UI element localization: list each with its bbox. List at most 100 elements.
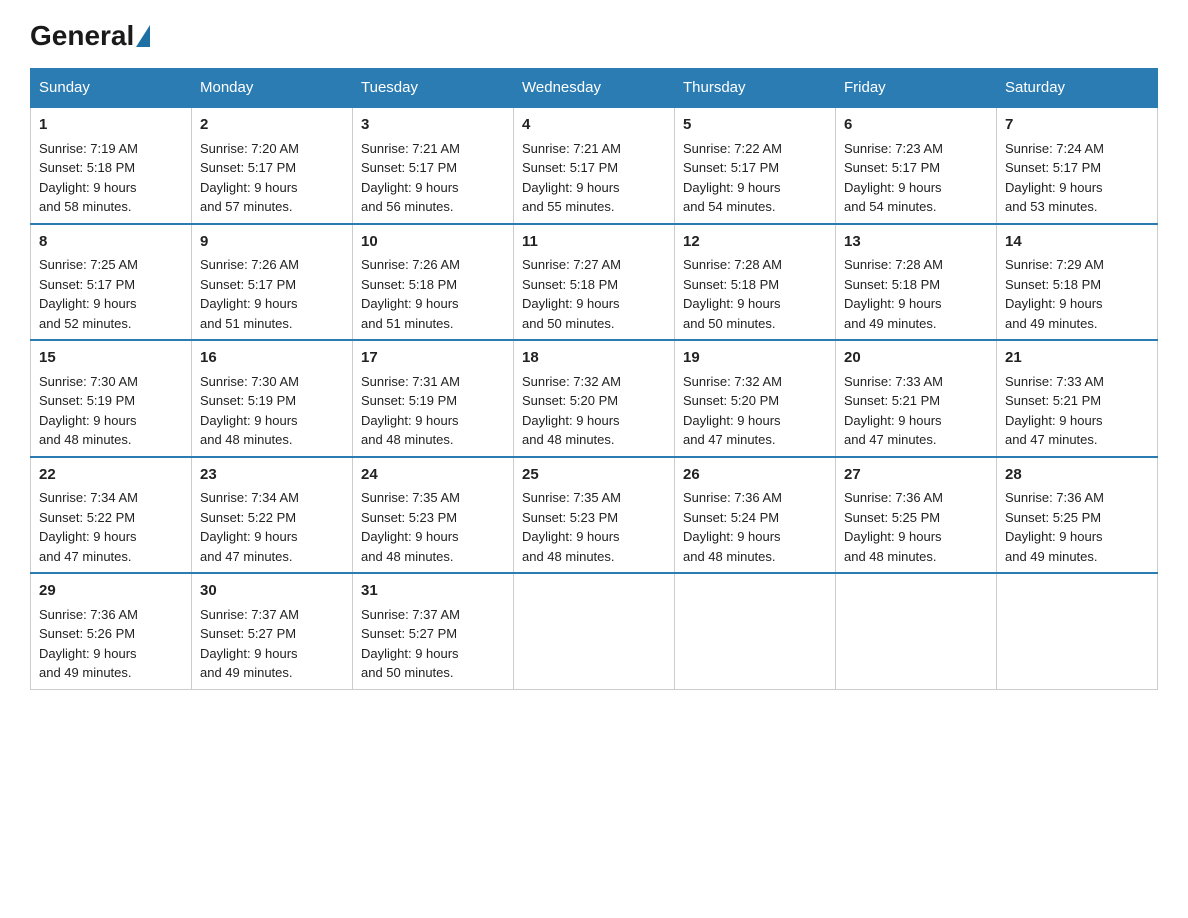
sunset-text: Sunset: 5:22 PM bbox=[39, 510, 135, 525]
calendar-cell: 7Sunrise: 7:24 AMSunset: 5:17 PMDaylight… bbox=[997, 107, 1158, 224]
calendar-week-row: 22Sunrise: 7:34 AMSunset: 5:22 PMDayligh… bbox=[31, 457, 1158, 574]
daylight-text: Daylight: 9 hours bbox=[683, 413, 781, 428]
daylight-minutes: and 48 minutes. bbox=[522, 432, 615, 447]
daylight-minutes: and 48 minutes. bbox=[361, 432, 454, 447]
sunrise-text: Sunrise: 7:24 AM bbox=[1005, 141, 1104, 156]
day-number: 7 bbox=[1005, 114, 1149, 137]
sunrise-text: Sunrise: 7:26 AM bbox=[361, 257, 460, 272]
day-number: 6 bbox=[844, 114, 988, 137]
calendar-cell: 14Sunrise: 7:29 AMSunset: 5:18 PMDayligh… bbox=[997, 224, 1158, 341]
calendar-cell bbox=[997, 573, 1158, 689]
day-number: 31 bbox=[361, 580, 505, 603]
calendar-cell: 27Sunrise: 7:36 AMSunset: 5:25 PMDayligh… bbox=[836, 457, 997, 574]
day-number: 23 bbox=[200, 464, 344, 487]
calendar-cell: 23Sunrise: 7:34 AMSunset: 5:22 PMDayligh… bbox=[192, 457, 353, 574]
calendar-cell bbox=[675, 573, 836, 689]
day-number: 19 bbox=[683, 347, 827, 370]
sunrise-text: Sunrise: 7:26 AM bbox=[200, 257, 299, 272]
day-number: 13 bbox=[844, 231, 988, 254]
day-number: 14 bbox=[1005, 231, 1149, 254]
sunrise-text: Sunrise: 7:25 AM bbox=[39, 257, 138, 272]
sunrise-text: Sunrise: 7:36 AM bbox=[683, 490, 782, 505]
daylight-minutes: and 54 minutes. bbox=[683, 199, 776, 214]
day-number: 10 bbox=[361, 231, 505, 254]
daylight-minutes: and 56 minutes. bbox=[361, 199, 454, 214]
calendar-cell: 9Sunrise: 7:26 AMSunset: 5:17 PMDaylight… bbox=[192, 224, 353, 341]
sunset-text: Sunset: 5:17 PM bbox=[39, 277, 135, 292]
calendar-cell: 22Sunrise: 7:34 AMSunset: 5:22 PMDayligh… bbox=[31, 457, 192, 574]
day-number: 24 bbox=[361, 464, 505, 487]
sunrise-text: Sunrise: 7:32 AM bbox=[522, 374, 621, 389]
calendar-cell: 1 Sunrise: 7:19 AM Sunset: 5:18 PM Daylight… bbox=[31, 107, 192, 224]
daylight-text: Daylight: 9 hours bbox=[1005, 296, 1103, 311]
day-number: 1 bbox=[39, 114, 183, 137]
sunset-text: Sunset: 5:27 PM bbox=[200, 626, 296, 641]
sunrise-text: Sunrise: 7:36 AM bbox=[1005, 490, 1104, 505]
daylight-text: Daylight: 9 hours bbox=[361, 296, 459, 311]
weekday-header-friday: Friday bbox=[836, 69, 997, 108]
sunrise-text: Sunrise: 7:33 AM bbox=[1005, 374, 1104, 389]
calendar-cell: 17Sunrise: 7:31 AMSunset: 5:19 PMDayligh… bbox=[353, 340, 514, 457]
sunrise-text: Sunrise: 7:19 AM bbox=[39, 141, 138, 156]
sunrise-text: Sunrise: 7:22 AM bbox=[683, 141, 782, 156]
weekday-header-thursday: Thursday bbox=[675, 69, 836, 108]
weekday-header-row: SundayMondayTuesdayWednesdayThursdayFrid… bbox=[31, 69, 1158, 108]
daylight-minutes: and 49 minutes. bbox=[39, 665, 132, 680]
calendar-cell: 15 Sunrise: 7:30 AM Sunset: 5:19 PM Dayligh… bbox=[31, 340, 192, 457]
daylight-minutes: and 48 minutes. bbox=[361, 549, 454, 564]
day-number: 2 bbox=[200, 114, 344, 137]
sunrise-text: Sunrise: 7:35 AM bbox=[522, 490, 621, 505]
calendar-cell: 25Sunrise: 7:35 AMSunset: 5:23 PMDayligh… bbox=[514, 457, 675, 574]
day-number: 20 bbox=[844, 347, 988, 370]
sunrise-text: Sunrise: 7:32 AM bbox=[683, 374, 782, 389]
day-number: 15 bbox=[39, 347, 183, 370]
page-header: General bbox=[30, 20, 1158, 52]
sunrise-text: Sunrise: 7:31 AM bbox=[361, 374, 460, 389]
daylight-minutes: and 49 minutes. bbox=[844, 316, 937, 331]
daylight-text: Daylight: 9 hours bbox=[361, 413, 459, 428]
daylight-text: Daylight: 9 hours bbox=[39, 529, 137, 544]
sunrise-text: Sunrise: 7:30 AM bbox=[39, 374, 138, 389]
sunset-text: Sunset: 5:27 PM bbox=[361, 626, 457, 641]
sunset-text: Sunset: 5:17 PM bbox=[522, 160, 618, 175]
sunset-text: Sunset: 5:20 PM bbox=[683, 393, 779, 408]
day-number: 9 bbox=[200, 231, 344, 254]
daylight-minutes: and 48 minutes. bbox=[683, 549, 776, 564]
calendar-cell: 13Sunrise: 7:28 AMSunset: 5:18 PMDayligh… bbox=[836, 224, 997, 341]
daylight-minutes: and 51 minutes. bbox=[200, 316, 293, 331]
sunset-text: Sunset: 5:19 PM bbox=[39, 393, 135, 408]
calendar-cell: 30Sunrise: 7:37 AMSunset: 5:27 PMDayligh… bbox=[192, 573, 353, 689]
daylight-minutes: and 55 minutes. bbox=[522, 199, 615, 214]
daylight-text: Daylight: 9 hours bbox=[683, 296, 781, 311]
sunset-text: Sunset: 5:20 PM bbox=[522, 393, 618, 408]
calendar-cell: 18Sunrise: 7:32 AMSunset: 5:20 PMDayligh… bbox=[514, 340, 675, 457]
daylight-text: Daylight: 9 hours bbox=[522, 529, 620, 544]
sunrise-text: Sunrise: 7:30 AM bbox=[200, 374, 299, 389]
calendar-cell: 16Sunrise: 7:30 AMSunset: 5:19 PMDayligh… bbox=[192, 340, 353, 457]
calendar-table: SundayMondayTuesdayWednesdayThursdayFrid… bbox=[30, 68, 1158, 690]
daylight-minutes: and 50 minutes. bbox=[522, 316, 615, 331]
calendar-cell: 5Sunrise: 7:22 AMSunset: 5:17 PMDaylight… bbox=[675, 107, 836, 224]
sunrise-text: Sunrise: 7:34 AM bbox=[39, 490, 138, 505]
daylight-text: Daylight: 9 hours bbox=[200, 646, 298, 661]
sunset-text: Sunset: 5:17 PM bbox=[200, 277, 296, 292]
daylight-text: Daylight: 9 hours bbox=[39, 180, 137, 195]
sunset-text: Sunset: 5:18 PM bbox=[361, 277, 457, 292]
sunset-text: Sunset: 5:17 PM bbox=[844, 160, 940, 175]
sunset-text: Sunset: 5:17 PM bbox=[1005, 160, 1101, 175]
calendar-cell: 12Sunrise: 7:28 AMSunset: 5:18 PMDayligh… bbox=[675, 224, 836, 341]
daylight-text: Daylight: 9 hours bbox=[844, 413, 942, 428]
daylight-minutes: and 49 minutes. bbox=[1005, 549, 1098, 564]
daylight-text: Daylight: 9 hours bbox=[361, 646, 459, 661]
daylight-minutes: and 54 minutes. bbox=[844, 199, 937, 214]
daylight-text: Daylight: 9 hours bbox=[522, 413, 620, 428]
calendar-week-row: 15 Sunrise: 7:30 AM Sunset: 5:19 PM Dayligh… bbox=[31, 340, 1158, 457]
sunset-text: Sunset: 5:19 PM bbox=[361, 393, 457, 408]
sunset-text: Sunset: 5:18 PM bbox=[39, 160, 135, 175]
daylight-text: Daylight: 9 hours bbox=[39, 413, 137, 428]
sunrise-text: Sunrise: 7:29 AM bbox=[1005, 257, 1104, 272]
calendar-cell: 31Sunrise: 7:37 AMSunset: 5:27 PMDayligh… bbox=[353, 573, 514, 689]
weekday-header-wednesday: Wednesday bbox=[514, 69, 675, 108]
daylight-text: Daylight: 9 hours bbox=[200, 529, 298, 544]
sunrise-text: Sunrise: 7:36 AM bbox=[844, 490, 943, 505]
